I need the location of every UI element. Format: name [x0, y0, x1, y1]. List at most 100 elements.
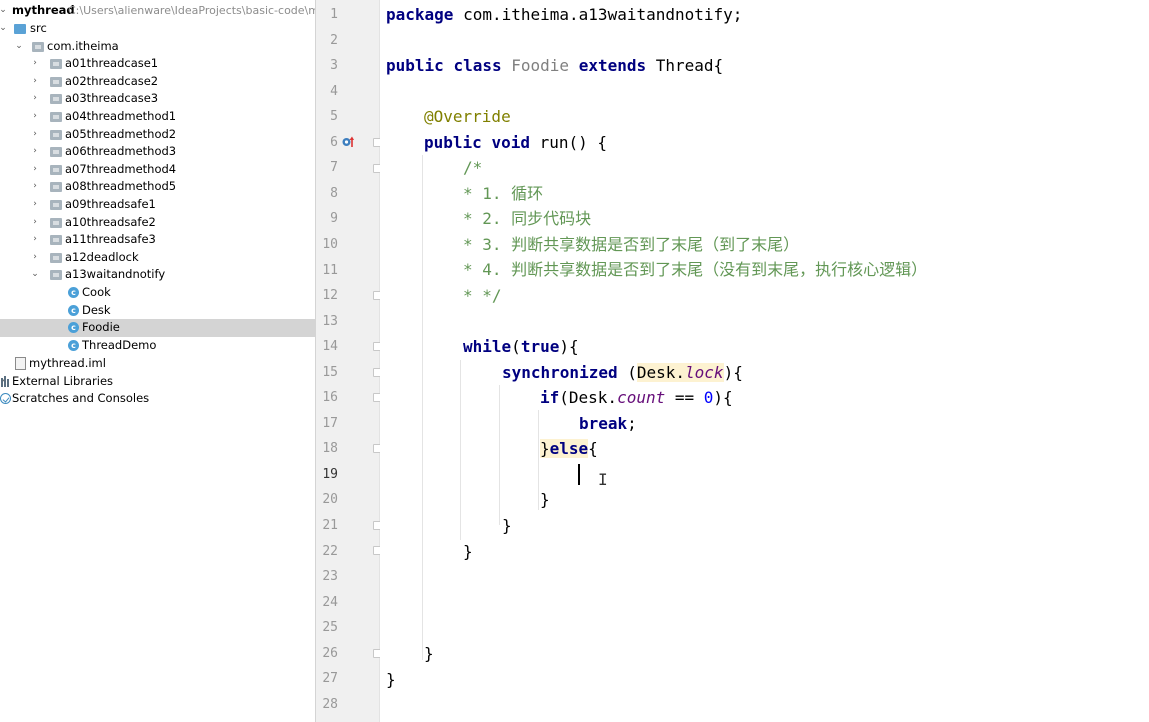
code-line-15: synchronized (Desk.lock){	[502, 363, 743, 382]
line-number: 23	[322, 569, 338, 585]
tree-item-subpackage[interactable]: › a04threadmethod1	[0, 108, 315, 126]
tree-item-subpackage[interactable]: › a09threadsafe1	[0, 196, 315, 214]
tree-item-scratches[interactable]: Scratches and Consoles	[0, 390, 315, 408]
tree-item-label: Scratches and Consoles	[12, 391, 150, 406]
class-icon: c	[68, 322, 79, 334]
package-icon	[50, 76, 62, 87]
package-icon	[50, 217, 62, 228]
tree-item-subpackage[interactable]: › a11threadsafe3	[0, 231, 315, 249]
chevron-down-icon[interactable]: ⌄	[30, 266, 40, 284]
line-number: 7	[330, 160, 338, 176]
tree-item-label: a08threadmethod5	[65, 179, 177, 194]
chevron-right-icon[interactable]: ›	[30, 231, 40, 249]
tree-item-subpackage[interactable]: › a03threadcase3	[0, 90, 315, 108]
code-line-10: * 3. 判断共享数据是否到了末尾（到了末尾）	[463, 235, 800, 254]
package-icon	[50, 200, 62, 210]
tree-item-label: mythread.iml	[29, 356, 106, 370]
indent-guide	[460, 360, 461, 540]
chevron-right-icon[interactable]: ›	[30, 249, 40, 267]
package-icon	[50, 270, 62, 281]
project-tree: ⌄ mythread C:\Users\alienware\IdeaProjec…	[0, 0, 316, 722]
line-number: 13	[322, 313, 338, 329]
line-number: 11	[322, 262, 338, 278]
chevron-down-icon[interactable]: ⌄	[0, 20, 8, 38]
chevron-right-icon[interactable]: ›	[30, 126, 40, 144]
line-number: 9	[330, 211, 338, 227]
text-caret	[578, 464, 580, 485]
chevron-right-icon[interactable]: ›	[30, 161, 40, 179]
tree-item-label: a01threadcase1	[65, 56, 159, 71]
tree-root-label: mythread	[12, 3, 75, 17]
class-icon: c	[68, 287, 79, 298]
chevron-right-icon[interactable]: ›	[30, 73, 40, 91]
indent-guide	[538, 410, 539, 510]
tree-item-subpackage[interactable]: › a08threadmethod5	[0, 178, 315, 196]
tree-item-subpackage[interactable]: › a07threadmethod4	[0, 161, 315, 179]
chevron-right-icon[interactable]: ›	[30, 108, 40, 126]
chevron-right-icon[interactable]: ›	[30, 178, 40, 196]
tree-item-label: a02threadcase2	[65, 73, 159, 88]
package-icon	[50, 252, 62, 263]
tree-item-package[interactable]: ⌄ com.itheima	[0, 38, 315, 56]
tree-item-iml[interactable]: mythread.iml	[0, 355, 315, 373]
code-line-18: }else{	[540, 439, 598, 458]
tree-item-label: a05threadmethod2	[65, 126, 177, 141]
code-line-26: }	[424, 644, 434, 663]
line-number: 4	[330, 83, 338, 99]
tree-item-subpackage[interactable]: › a12deadlock	[0, 249, 315, 267]
override-method-icon[interactable]	[342, 136, 354, 148]
code-line-7: /*	[463, 158, 483, 177]
tree-root-path: C:\Users\alienware\IdeaProjects\basic-co…	[68, 4, 316, 17]
chevron-right-icon[interactable]: ›	[30, 143, 40, 161]
code-line-3: public class Foodie extends Thread{	[386, 56, 724, 75]
line-number: 3	[330, 58, 338, 74]
tree-item-label: Foodie	[82, 320, 120, 335]
tree-item-subpackage[interactable]: › a01threadcase1	[0, 55, 315, 73]
code-line-9: * 2. 同步代码块	[463, 209, 592, 228]
line-number: 17	[322, 415, 338, 431]
indent-guide	[422, 155, 423, 660]
line-number: 10	[322, 236, 338, 252]
package-icon	[50, 147, 62, 158]
chevron-right-icon[interactable]: ›	[30, 55, 40, 73]
tree-item-subpackage[interactable]: › a06threadmethod3	[0, 143, 315, 161]
package-icon	[50, 59, 62, 70]
tree-item-subpackage[interactable]: › a05threadmethod2	[0, 126, 315, 144]
tree-item-subpackage[interactable]: › a02threadcase2	[0, 73, 315, 91]
line-number: 27	[322, 671, 338, 687]
iml-file-icon	[15, 357, 26, 370]
chevron-right-icon[interactable]: ›	[30, 90, 40, 108]
chevron-right-icon[interactable]: ›	[30, 214, 40, 232]
tree-item-label: a04threadmethod1	[65, 109, 177, 123]
tree-item-class[interactable]: c Cook	[0, 284, 315, 302]
chevron-down-icon[interactable]: ⌄	[0, 2, 8, 20]
tree-item-label: a09threadsafe1	[65, 197, 156, 211]
line-number: 24	[322, 594, 338, 610]
tree-item-label: a03threadcase3	[65, 91, 159, 106]
tree-item-class[interactable]: c Desk	[0, 302, 315, 320]
tree-item-label: a13waitandnotify	[65, 267, 166, 282]
libraries-icon	[1, 375, 11, 387]
line-number: 28	[322, 696, 338, 712]
line-number: 6	[330, 134, 338, 150]
tree-item-class[interactable]: c Foodie	[0, 319, 315, 337]
code-editor[interactable]: package com.itheima.a13waitandnotify; pu…	[380, 0, 1149, 722]
tree-item-src[interactable]: ⌄ src	[0, 20, 315, 38]
editor-gutter[interactable]: 1 2 3 4 5 6 7 8 9 10 11 12 13 14 15 16 17 18 19 20 21 22 23 24 2…	[316, 0, 382, 722]
line-number: 8	[330, 185, 338, 201]
line-number: 14	[322, 339, 338, 355]
tree-item-root[interactable]: ⌄ mythread C:\Users\alienware\IdeaProjec…	[0, 2, 315, 20]
code-line-12: * */	[463, 286, 502, 305]
line-number: 16	[322, 390, 338, 406]
package-icon	[50, 94, 62, 105]
line-number: 26	[322, 645, 338, 661]
chevron-right-icon[interactable]: ›	[30, 196, 40, 214]
line-number: 25	[322, 620, 338, 636]
tree-item-class[interactable]: c ThreadDemo	[0, 337, 315, 355]
line-number: 20	[322, 492, 338, 508]
tree-item-external-libraries[interactable]: › External Libraries	[0, 373, 315, 391]
tree-item-subpackage[interactable]: › a10threadsafe2	[0, 214, 315, 232]
chevron-down-icon[interactable]: ⌄	[14, 38, 24, 56]
tree-item-subpackage[interactable]: ⌄ a13waitandnotify	[0, 266, 315, 284]
code-line-20: }	[540, 490, 550, 509]
